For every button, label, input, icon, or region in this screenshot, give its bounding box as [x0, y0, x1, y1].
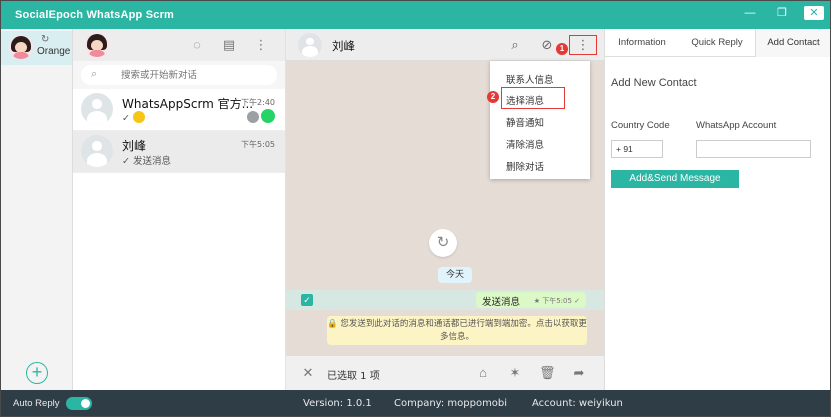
refresh-icon[interactable]: ↻: [41, 34, 49, 45]
chat-list-header: ◌ ▤ ⋮: [73, 29, 285, 61]
account-name: Orange: [37, 46, 71, 57]
chat-name: 刘峰: [122, 139, 147, 153]
conversation-menu: 联系人信息 选择消息 静音通知 清除消息 删除对话 2: [487, 61, 590, 179]
tab-add-contact[interactable]: Add Contact: [755, 29, 830, 57]
message-text: 发送消息: [482, 297, 521, 308]
conversation-header: 刘峰 ⌕ ⊘ ⋮ 1: [286, 29, 604, 61]
account-sidebar: ↻ Orange +: [1, 29, 73, 390]
online-status-icon: [261, 109, 275, 123]
search-input[interactable]: [121, 68, 271, 82]
company-text: Company: moppomobi: [394, 398, 508, 409]
conversation-panel: 刘峰 ⌕ ⊘ ⋮ 1 联系人信息 选择消息 静音通知 清除消息 删除对话 2 ↻…: [286, 29, 604, 390]
tab-information[interactable]: Information: [605, 29, 679, 57]
whatsapp-account-label: WhatsApp Account: [696, 120, 777, 131]
account-item-orange[interactable]: ↻ Orange: [1, 31, 72, 65]
close-icon[interactable]: ✕: [804, 6, 824, 20]
message-time: ★ 下午5:05 ✓: [533, 297, 580, 305]
add-send-message-button[interactable]: Add&Send Message: [611, 170, 739, 188]
load-more-button[interactable]: ↻: [429, 229, 457, 257]
new-chat-icon[interactable]: ▤: [221, 37, 237, 53]
date-divider: 今天: [438, 267, 472, 283]
account-avatar: [9, 35, 33, 59]
search-box[interactable]: ⌕: [81, 65, 277, 85]
contact-name[interactable]: 刘峰: [332, 38, 355, 54]
status-bar: Auto Reply Version: 1.0.1 Company: moppo…: [1, 390, 830, 416]
contact-avatar: [81, 93, 113, 125]
menu-item-mute[interactable]: 静音通知: [506, 115, 544, 129]
close-selection-icon[interactable]: ✕: [300, 365, 316, 381]
title-bar: SocialEpoch WhatsApp Scrm — ❐ ✕: [1, 1, 830, 29]
select-highlight-box: [501, 87, 565, 109]
chat-list-item-active[interactable]: 刘峰 下午5:05 ✓ 发送消息: [73, 131, 285, 173]
chat-time: 下午5:05: [241, 140, 275, 149]
selected-count: 已选取 1 项: [327, 371, 380, 382]
auto-reply-label: Auto Reply: [13, 398, 60, 409]
step-badge-1: 1: [556, 43, 568, 55]
contact-avatar: [81, 135, 113, 167]
chat-time: 下午2:40: [241, 98, 275, 107]
step-badge-2: 2: [487, 91, 499, 103]
version-text: Version: 1.0.1: [303, 398, 372, 409]
chat-preview: ✓: [122, 111, 145, 124]
account-text: Account: weiyikun: [532, 398, 623, 409]
chat-preview: ✓ 发送消息: [122, 156, 171, 167]
contact-side-panel: Information Quick Reply Add Contact Add …: [604, 29, 830, 390]
panel-tabs: Information Quick Reply Add Contact: [605, 29, 830, 57]
encryption-notice[interactable]: 🔒 您发送到此对话的消息和通话都已进行端到端加密。点击以获取更多信息。: [327, 316, 587, 345]
forward-icon[interactable]: ➦: [571, 365, 587, 381]
menu-item-contact-info[interactable]: 联系人信息: [506, 72, 554, 86]
profile-avatar[interactable]: [85, 33, 109, 57]
contact-avatar[interactable]: [298, 33, 322, 57]
selected-message-row[interactable]: ✓ 发送消息 ★ 下午5:05 ✓: [286, 290, 604, 310]
app-window: SocialEpoch WhatsApp Scrm — ❐ ✕ ↻ Orange…: [0, 0, 831, 417]
search-bar: ⌕: [73, 61, 285, 89]
message-bubble[interactable]: 发送消息 ★ 下午5:05 ✓: [476, 292, 586, 308]
menu-highlight-box: [569, 35, 597, 55]
label-icon[interactable]: ⌂: [475, 365, 491, 381]
tab-quick-reply[interactable]: Quick Reply: [679, 29, 755, 57]
delete-icon[interactable]: 🗑: [539, 365, 556, 381]
attach-icon[interactable]: ⊘: [539, 37, 555, 53]
chat-name: WhatsAppScrm 官方...: [122, 97, 254, 111]
add-account-button[interactable]: +: [26, 362, 48, 384]
menu-item-delete-chat[interactable]: 删除对话: [506, 159, 544, 173]
restore-icon[interactable]: ❐: [774, 6, 790, 20]
star-icon[interactable]: ✶: [507, 365, 523, 381]
selection-toolbar: ✕ 已选取 1 项 ⌂ ✶ 🗑 ➦: [286, 355, 604, 390]
message-checkbox[interactable]: ✓: [301, 294, 313, 306]
smiley-emoji-icon: [133, 111, 145, 123]
chat-list-panel: ◌ ▤ ⋮ ⌕ WhatsAppScrm 官方... 下午2:40 ✓ 刘峰 下…: [73, 29, 286, 390]
app-title: SocialEpoch WhatsApp Scrm: [15, 9, 175, 21]
panel-heading: Add New Contact: [611, 77, 697, 89]
country-code-input[interactable]: [611, 140, 663, 158]
country-code-label: Country Code: [611, 120, 670, 131]
search-icon[interactable]: ⌕: [507, 37, 523, 53]
search-icon: ⌕: [91, 68, 98, 80]
minimize-icon[interactable]: —: [742, 6, 758, 20]
chat-list-item[interactable]: WhatsAppScrm 官方... 下午2:40 ✓: [73, 89, 285, 131]
status-icon[interactable]: ◌: [189, 37, 205, 53]
auto-reply-toggle[interactable]: [66, 397, 92, 410]
menu-item-clear-messages[interactable]: 清除消息: [506, 137, 544, 151]
muted-icon: [247, 111, 259, 123]
whatsapp-account-input[interactable]: [696, 140, 811, 158]
menu-icon[interactable]: ⋮: [253, 37, 269, 53]
